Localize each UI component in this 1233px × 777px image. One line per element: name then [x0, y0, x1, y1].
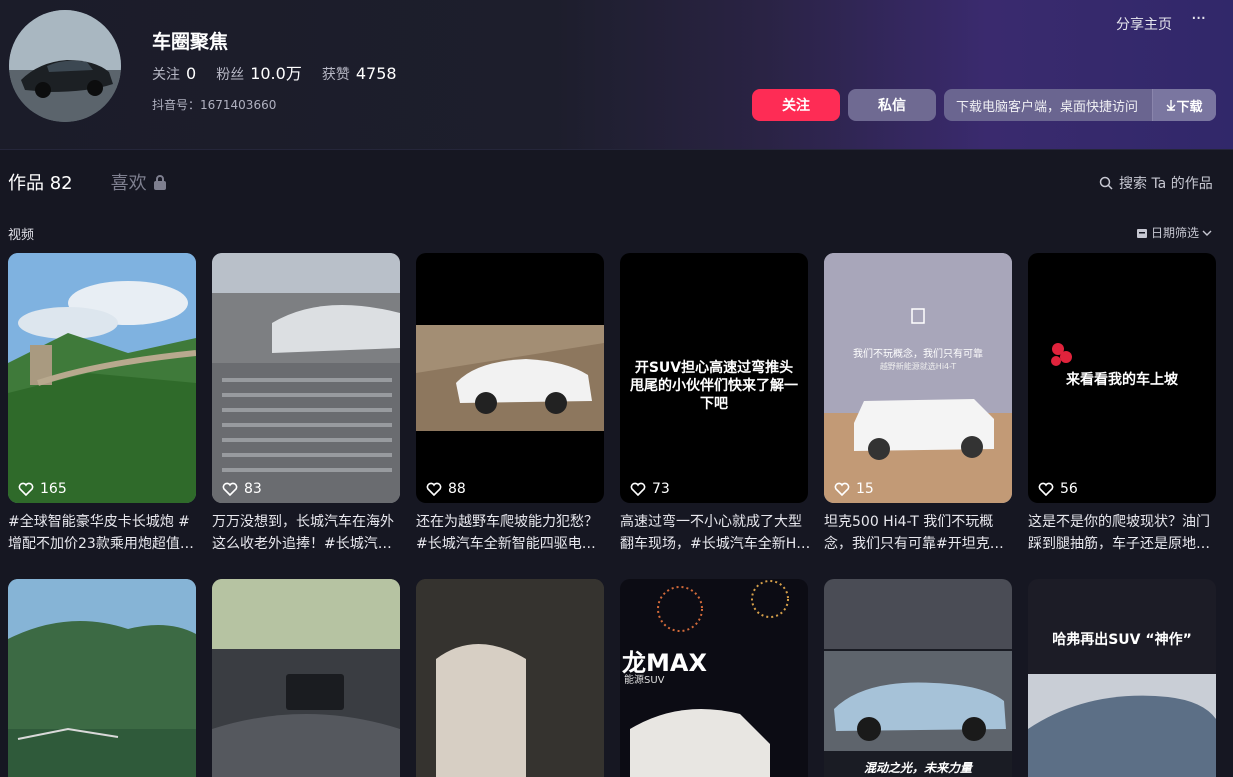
calendar-icon [1137, 228, 1147, 238]
video-thumbnail [824, 579, 1012, 751]
video-thumbnail [416, 325, 604, 431]
video-description[interactable]: 坦克500 Hi4-T 我们不玩概念，我们只有可靠#开坦克… [824, 511, 1016, 555]
like-count-value: 88 [448, 481, 466, 497]
video-card[interactable]: 哈弗再出SUV “神作” [1028, 579, 1216, 777]
tab-likes[interactable]: 喜欢 [111, 169, 167, 195]
like-count: 165 [18, 481, 67, 497]
video-thumbnail [212, 253, 400, 503]
tab-works[interactable]: 作品 82 [8, 169, 73, 195]
video-overlay-subtext: 越野新能源就选Hi4-T [879, 362, 957, 371]
profile-name: 车圈聚焦 [152, 31, 229, 53]
heart-icon [630, 482, 646, 496]
video-overlay-text: 来看看我的车上坡 [1066, 372, 1178, 388]
video-thumbnail [8, 579, 196, 777]
download-client-text[interactable]: 下载电脑客户端，桌面快捷访问 [944, 96, 1152, 115]
profile-stats: 关注 0 粉丝 10.0万 获赞 4758 [152, 60, 417, 84]
video-card[interactable] [212, 579, 400, 777]
video-card[interactable]: 88 [416, 253, 604, 503]
video-overlay-text: 我们不玩概念，我们只有可靠 [853, 349, 983, 360]
video-card[interactable] [416, 579, 604, 777]
douyin-id: 抖音号：1671403660 [152, 98, 277, 112]
followers-label[interactable]: 粉丝 [216, 64, 244, 84]
video-card[interactable] [8, 579, 196, 777]
avatar[interactable] [9, 10, 121, 122]
download-client-banner[interactable]: 下载电脑客户端，桌面快捷访问 下载 [944, 89, 1216, 121]
video-card[interactable]: 165 [8, 253, 196, 503]
like-count-value: 165 [40, 481, 67, 497]
video-thumbnail [212, 579, 400, 777]
tab-works-label: 作品 [8, 173, 44, 194]
like-count-value: 83 [244, 481, 262, 497]
search-icon [1099, 176, 1113, 190]
video-overlay-text: 哈弗再出SUV “神作” [1052, 632, 1192, 648]
like-count: 73 [630, 481, 670, 497]
video-description[interactable]: 这是不是你的爬坡现状？油门踩到腿抽筋，车子还是原地… [1028, 511, 1220, 555]
like-count: 88 [426, 481, 466, 497]
following-label[interactable]: 关注 [152, 64, 180, 84]
search-works[interactable]: 搜索 Ta 的作品 [1099, 173, 1213, 193]
download-button-label: 下载 [1176, 99, 1203, 115]
video-description[interactable]: #全球智能豪华皮卡长城炮 #增配不加价23款乘用炮超值… [8, 511, 200, 555]
video-description[interactable]: 还在为越野车爬坡能力犯愁？#长城汽车全新智能四驱电… [416, 511, 608, 555]
video-card[interactable]: 来看看我的车上坡 56 [1028, 253, 1216, 503]
heart-icon [18, 482, 34, 496]
video-card[interactable]: 83 [212, 253, 400, 503]
like-count-value: 73 [652, 481, 670, 497]
video-overlay-text: 开SUV担心高速过弯推头甩尾的小伙伴们快来了解一下吧 [630, 360, 798, 412]
video-overlay-subtext: 能源SUV [624, 675, 665, 686]
followers-count[interactable]: 10.0万 [250, 60, 302, 84]
more-options-icon[interactable]: ··· [1191, 8, 1206, 29]
share-profile-link[interactable]: 分享主页 [1116, 14, 1172, 34]
profile-header: 车圈聚焦 关注 0 粉丝 10.0万 获赞 4758 抖音号：167140366… [0, 0, 1233, 150]
following-count[interactable]: 0 [186, 64, 196, 83]
tab-likes-label: 喜欢 [110, 173, 147, 194]
video-thumbnail [1028, 674, 1216, 777]
video-thumbnail [824, 253, 1012, 503]
like-count-value: 56 [1060, 481, 1078, 497]
like-count: 56 [1038, 481, 1078, 497]
heart-icon [1038, 482, 1054, 496]
video-thumbnail [416, 579, 604, 777]
search-label: 搜索 Ta 的作品 [1119, 176, 1213, 192]
date-filter[interactable]: 日期筛选 [1136, 224, 1212, 241]
tab-works-count: 82 [49, 173, 73, 194]
heart-icon [222, 482, 238, 496]
video-description[interactable]: 万万没想到，长城汽车在海外这么收老外追捧！#长城汽… [212, 511, 404, 555]
likes-label: 获赞 [321, 67, 350, 83]
message-button[interactable]: 私信 [848, 89, 936, 121]
like-count: 15 [834, 481, 874, 497]
chevron-down-icon [1202, 230, 1212, 236]
video-description[interactable]: 高速过弯一不小心就成了大型翻车现场，#长城汽车全新H… [620, 511, 812, 555]
video-card[interactable]: 混动之光，未来力量 [824, 579, 1012, 777]
video-card[interactable]: 龙MAX 能源SUV [620, 579, 808, 777]
download-button[interactable]: 下载 [1152, 89, 1216, 121]
heart-icon [834, 482, 850, 496]
date-filter-label: 日期筛选 [1151, 226, 1200, 240]
video-card[interactable]: 开SUV担心高速过弯推头甩尾的小伙伴们快来了解一下吧 73 [620, 253, 808, 503]
video-thumbnail [8, 253, 196, 503]
profile-tabs: 作品 82 喜欢 [8, 169, 167, 195]
likes-count: 4758 [355, 64, 397, 83]
section-title: 视频 [8, 228, 35, 243]
video-overlay-text: 混动之光，未来力量 [863, 761, 972, 775]
follow-button[interactable]: 关注 [752, 89, 840, 121]
like-count: 83 [222, 481, 262, 497]
lock-icon [153, 175, 166, 190]
like-count-value: 15 [856, 481, 874, 497]
video-card[interactable]: 我们不玩概念，我们只有可靠 越野新能源就选Hi4-T 15 [824, 253, 1012, 503]
heart-icon [426, 482, 442, 496]
download-icon [1166, 100, 1176, 111]
avatar-car-image [9, 10, 121, 122]
